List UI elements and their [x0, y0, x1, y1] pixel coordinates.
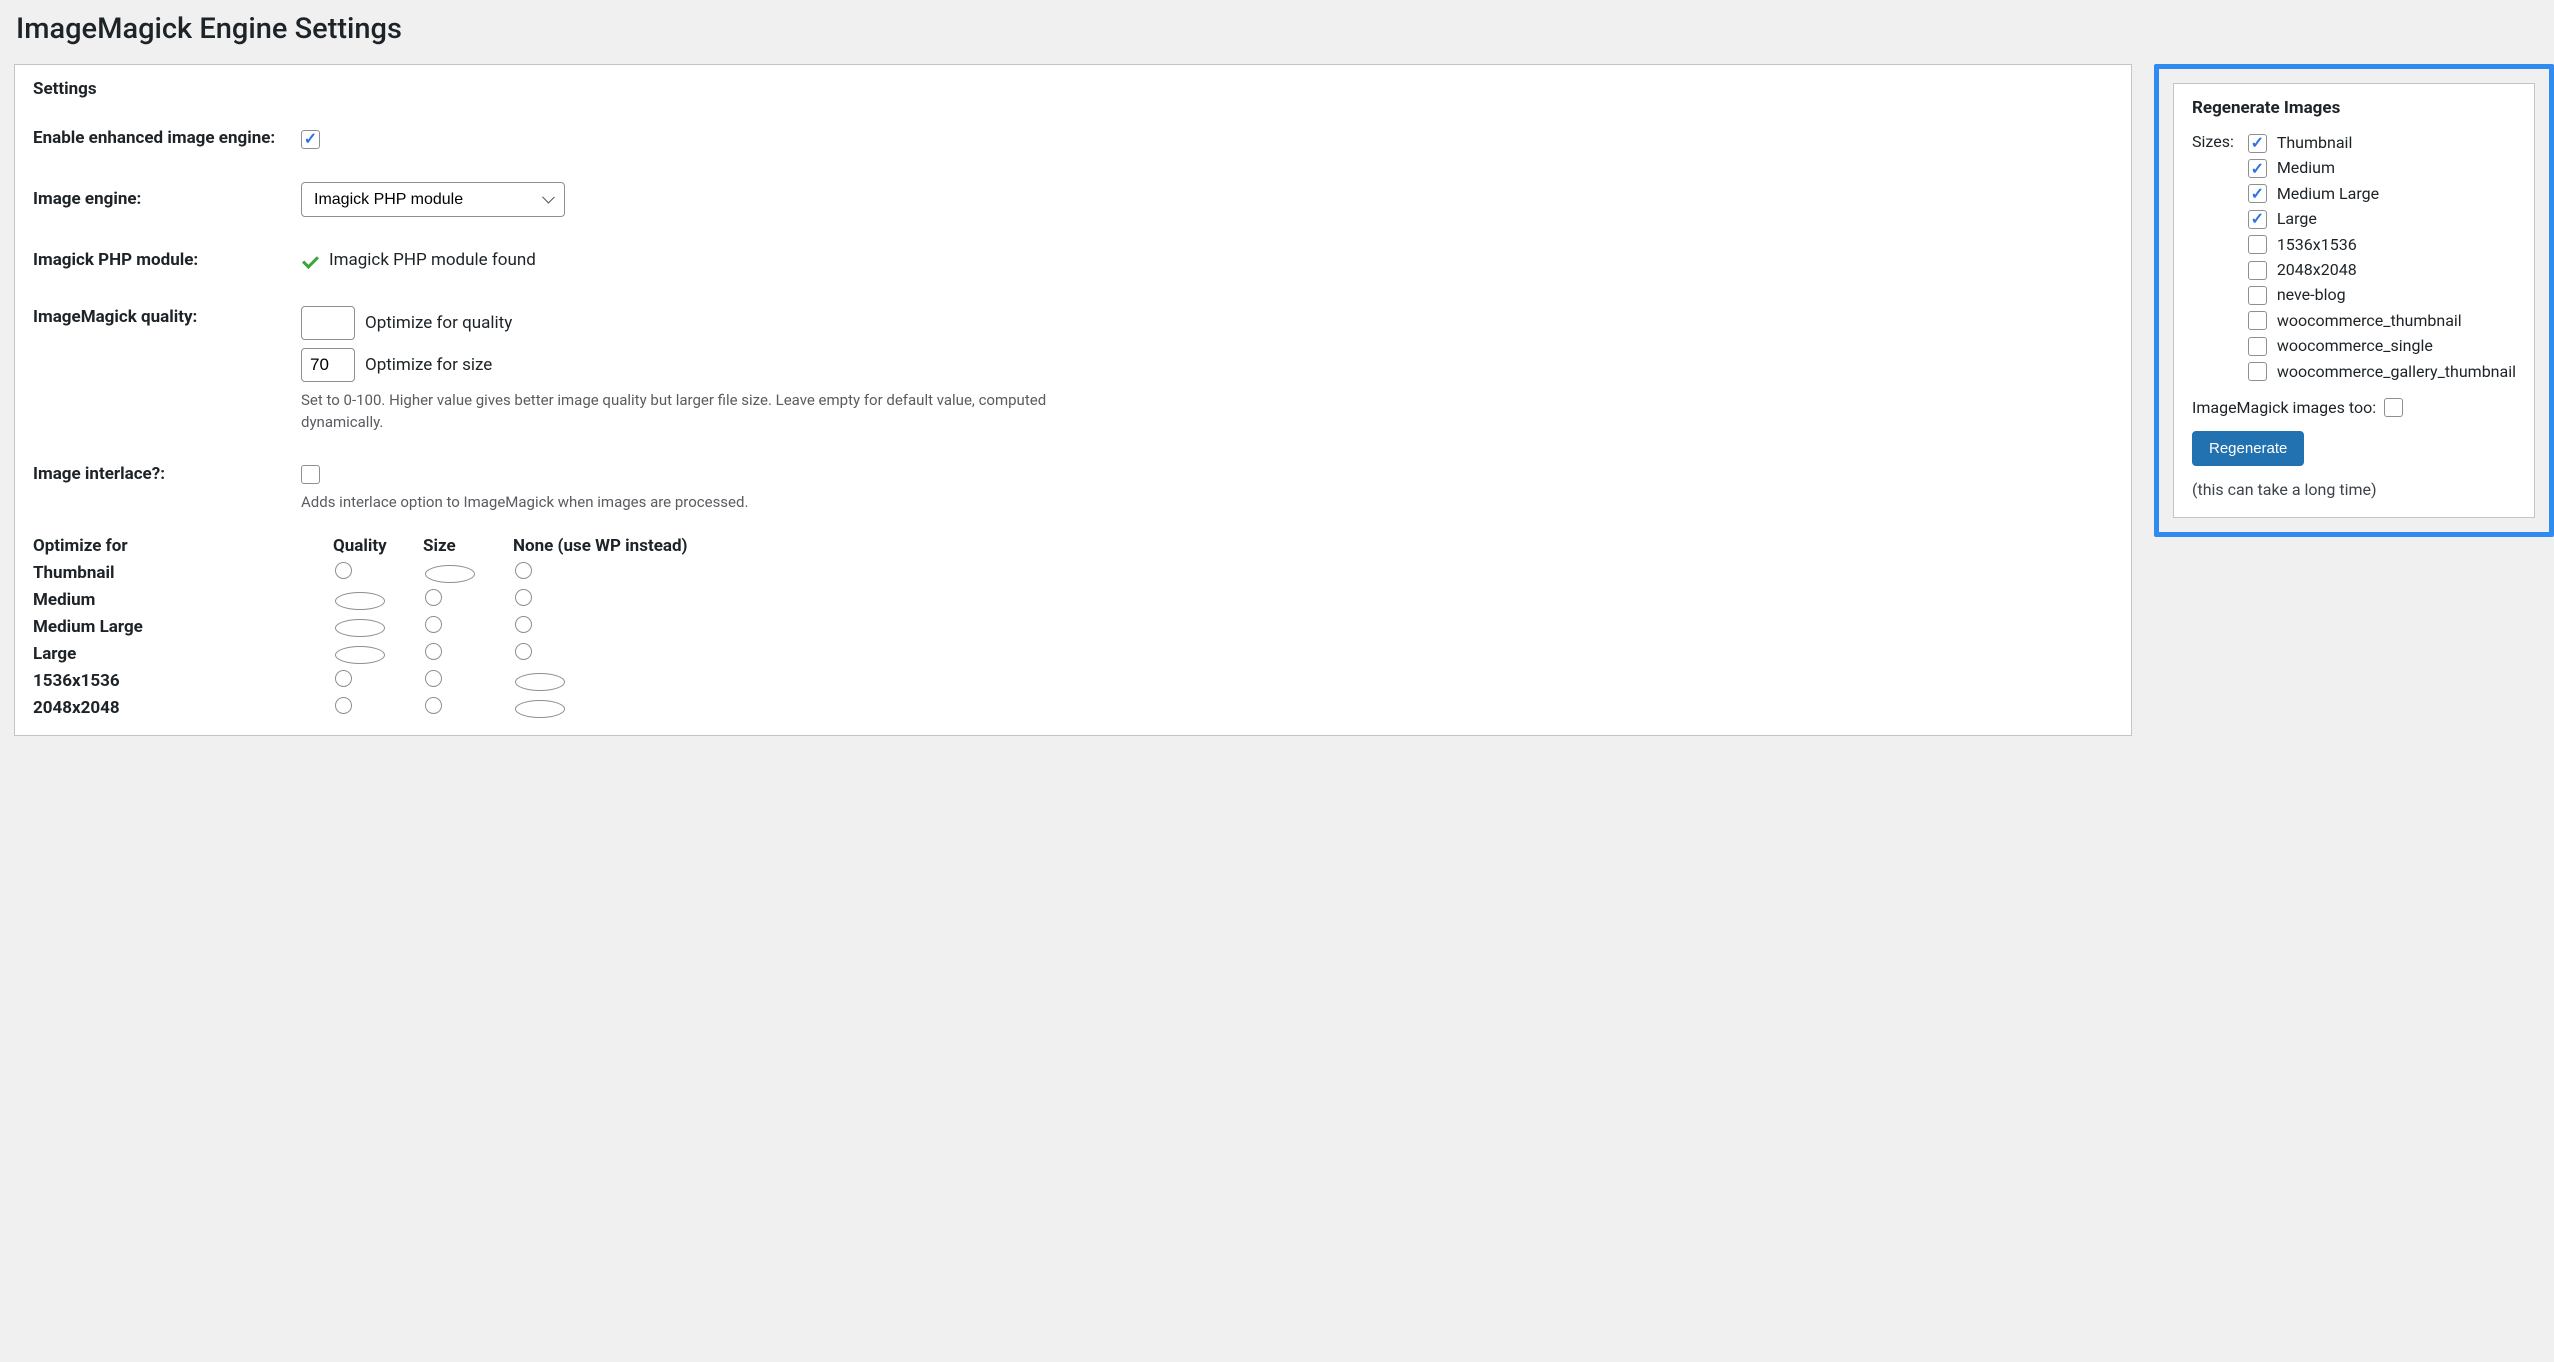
optimize-header-name: Optimize for [33, 536, 333, 556]
size-label: neve-blog [2277, 284, 2346, 306]
check-icon [301, 254, 319, 266]
images-too-label: ImageMagick images too: [2192, 398, 2376, 417]
optimize-row-name: 2048x2048 [33, 698, 333, 718]
enable-engine-label: Enable enhanced image engine: [33, 127, 301, 150]
optimize-quality-input[interactable] [301, 306, 355, 340]
size-item: Thumbnail [2248, 132, 2516, 154]
optimize-table: Optimize for Quality Size None (use WP i… [33, 533, 2113, 721]
optimize-radio-quality[interactable] [335, 670, 352, 687]
size-checkbox[interactable] [2248, 184, 2267, 203]
optimize-row: Thumbnail [33, 559, 2113, 586]
image-engine-label: Image engine: [33, 188, 301, 211]
regenerate-box: Regenerate Images Sizes: Thumbnail Medium… [2173, 83, 2535, 518]
optimize-radio-size[interactable] [425, 616, 442, 633]
size-label: 2048x2048 [2277, 259, 2357, 281]
optimize-radio-size[interactable] [425, 643, 442, 660]
size-label: 1536x1536 [2277, 234, 2357, 256]
size-item: Large [2248, 208, 2516, 230]
interlace-description: Adds interlace option to ImageMagick whe… [301, 492, 1121, 514]
optimize-row: Large [33, 640, 2113, 667]
optimize-radio-quality[interactable] [335, 562, 352, 579]
size-checkbox[interactable] [2248, 134, 2267, 153]
optimize-radio-none[interactable] [515, 673, 565, 691]
optimize-row-name: Medium Large [33, 617, 333, 637]
size-label: Medium Large [2277, 183, 2379, 205]
size-checkbox[interactable] [2248, 337, 2267, 356]
size-item: woocommerce_gallery_thumbnail [2248, 361, 2516, 383]
regenerate-note: (this can take a long time) [2192, 480, 2516, 499]
optimize-row-name: Medium [33, 590, 333, 610]
optimize-row-name: Large [33, 644, 333, 664]
regenerate-title: Regenerate Images [2192, 98, 2516, 118]
settings-box-title: Settings [15, 65, 2131, 113]
size-checkbox[interactable] [2248, 261, 2267, 280]
optimize-row-name: 1536x1536 [33, 671, 333, 691]
size-label: woocommerce_thumbnail [2277, 310, 2462, 332]
sizes-label: Sizes: [2192, 132, 2248, 151]
php-module-status: Imagick PHP module found [329, 250, 536, 270]
optimize-radio-none[interactable] [515, 616, 532, 633]
page-title: ImageMagick Engine Settings [14, 12, 2554, 46]
optimize-header-quality: Quality [333, 536, 423, 556]
optimize-size-label: Optimize for size [365, 355, 492, 375]
size-item: 1536x1536 [2248, 234, 2516, 256]
optimize-header-size: Size [423, 536, 513, 556]
optimize-radio-none[interactable] [515, 700, 565, 718]
size-label: Thumbnail [2277, 132, 2353, 154]
size-checkbox[interactable] [2248, 210, 2267, 229]
size-label: woocommerce_single [2277, 335, 2433, 357]
interlace-checkbox[interactable] [301, 465, 320, 484]
size-item: 2048x2048 [2248, 259, 2516, 281]
optimize-row: Medium [33, 586, 2113, 613]
optimize-row: Medium Large [33, 613, 2113, 640]
optimize-radio-size[interactable] [425, 565, 475, 583]
size-checkbox[interactable] [2248, 286, 2267, 305]
size-item: woocommerce_single [2248, 335, 2516, 357]
size-label: woocommerce_gallery_thumbnail [2277, 361, 2516, 383]
size-label: Large [2277, 208, 2317, 230]
optimize-row: 1536x1536 [33, 667, 2113, 694]
size-checkbox[interactable] [2248, 362, 2267, 381]
optimize-radio-none[interactable] [515, 589, 532, 606]
optimize-radio-quality[interactable] [335, 592, 385, 610]
optimize-row: 2048x2048 [33, 694, 2113, 721]
quality-label: ImageMagick quality: [33, 306, 301, 329]
optimize-header-none: None (use WP instead) [513, 536, 743, 556]
enable-engine-checkbox[interactable] [301, 130, 320, 149]
optimize-radio-none[interactable] [515, 562, 532, 579]
size-item: Medium Large [2248, 183, 2516, 205]
size-item: neve-blog [2248, 284, 2516, 306]
optimize-radio-none[interactable] [515, 643, 532, 660]
quality-description: Set to 0-100. Higher value gives better … [301, 390, 1121, 434]
size-label: Medium [2277, 157, 2335, 179]
size-checkbox[interactable] [2248, 159, 2267, 178]
optimize-size-input[interactable] [301, 348, 355, 382]
optimize-radio-size[interactable] [425, 589, 442, 606]
regenerate-button[interactable]: Regenerate [2192, 431, 2304, 466]
size-checkbox[interactable] [2248, 311, 2267, 330]
size-checkbox[interactable] [2248, 235, 2267, 254]
size-item: Medium [2248, 157, 2516, 179]
optimize-radio-quality[interactable] [335, 646, 385, 664]
optimize-row-name: Thumbnail [33, 563, 333, 583]
regenerate-highlight: Regenerate Images Sizes: Thumbnail Medium… [2154, 64, 2554, 537]
images-too-checkbox[interactable] [2384, 398, 2403, 417]
settings-box: Settings Enable enhanced image engine: I… [14, 64, 2132, 736]
php-module-label: Imagick PHP module: [33, 249, 301, 272]
optimize-radio-size[interactable] [425, 670, 442, 687]
optimize-quality-label: Optimize for quality [365, 313, 512, 333]
optimize-radio-quality[interactable] [335, 619, 385, 637]
optimize-radio-quality[interactable] [335, 697, 352, 714]
interlace-label: Image interlace?: [33, 463, 301, 486]
image-engine-select[interactable]: Imagick PHP module [301, 182, 565, 217]
size-item: woocommerce_thumbnail [2248, 310, 2516, 332]
optimize-radio-size[interactable] [425, 697, 442, 714]
